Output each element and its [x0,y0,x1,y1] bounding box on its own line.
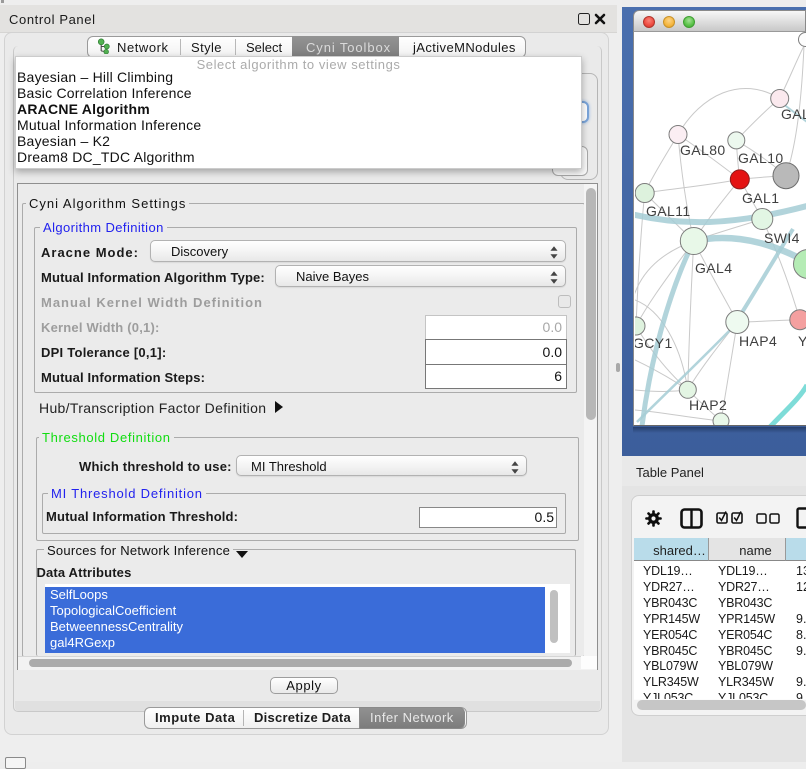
svg-text:SWI4: SWI4 [764,230,800,246]
svg-text:GAL11: GAL11 [646,203,691,219]
svg-text:GAL4: GAL4 [695,260,732,276]
svg-text:GCY1: GCY1 [635,335,673,351]
svg-text:GAL7: GAL7 [781,106,806,122]
svg-text:GAL80: GAL80 [680,142,726,158]
svg-text:HAP2: HAP2 [689,397,727,413]
svg-text:Y: Y [798,333,806,349]
svg-text:GAL10: GAL10 [738,150,784,166]
svg-text:HAP4: HAP4 [739,333,777,349]
svg-text:GAL1: GAL1 [742,190,779,206]
